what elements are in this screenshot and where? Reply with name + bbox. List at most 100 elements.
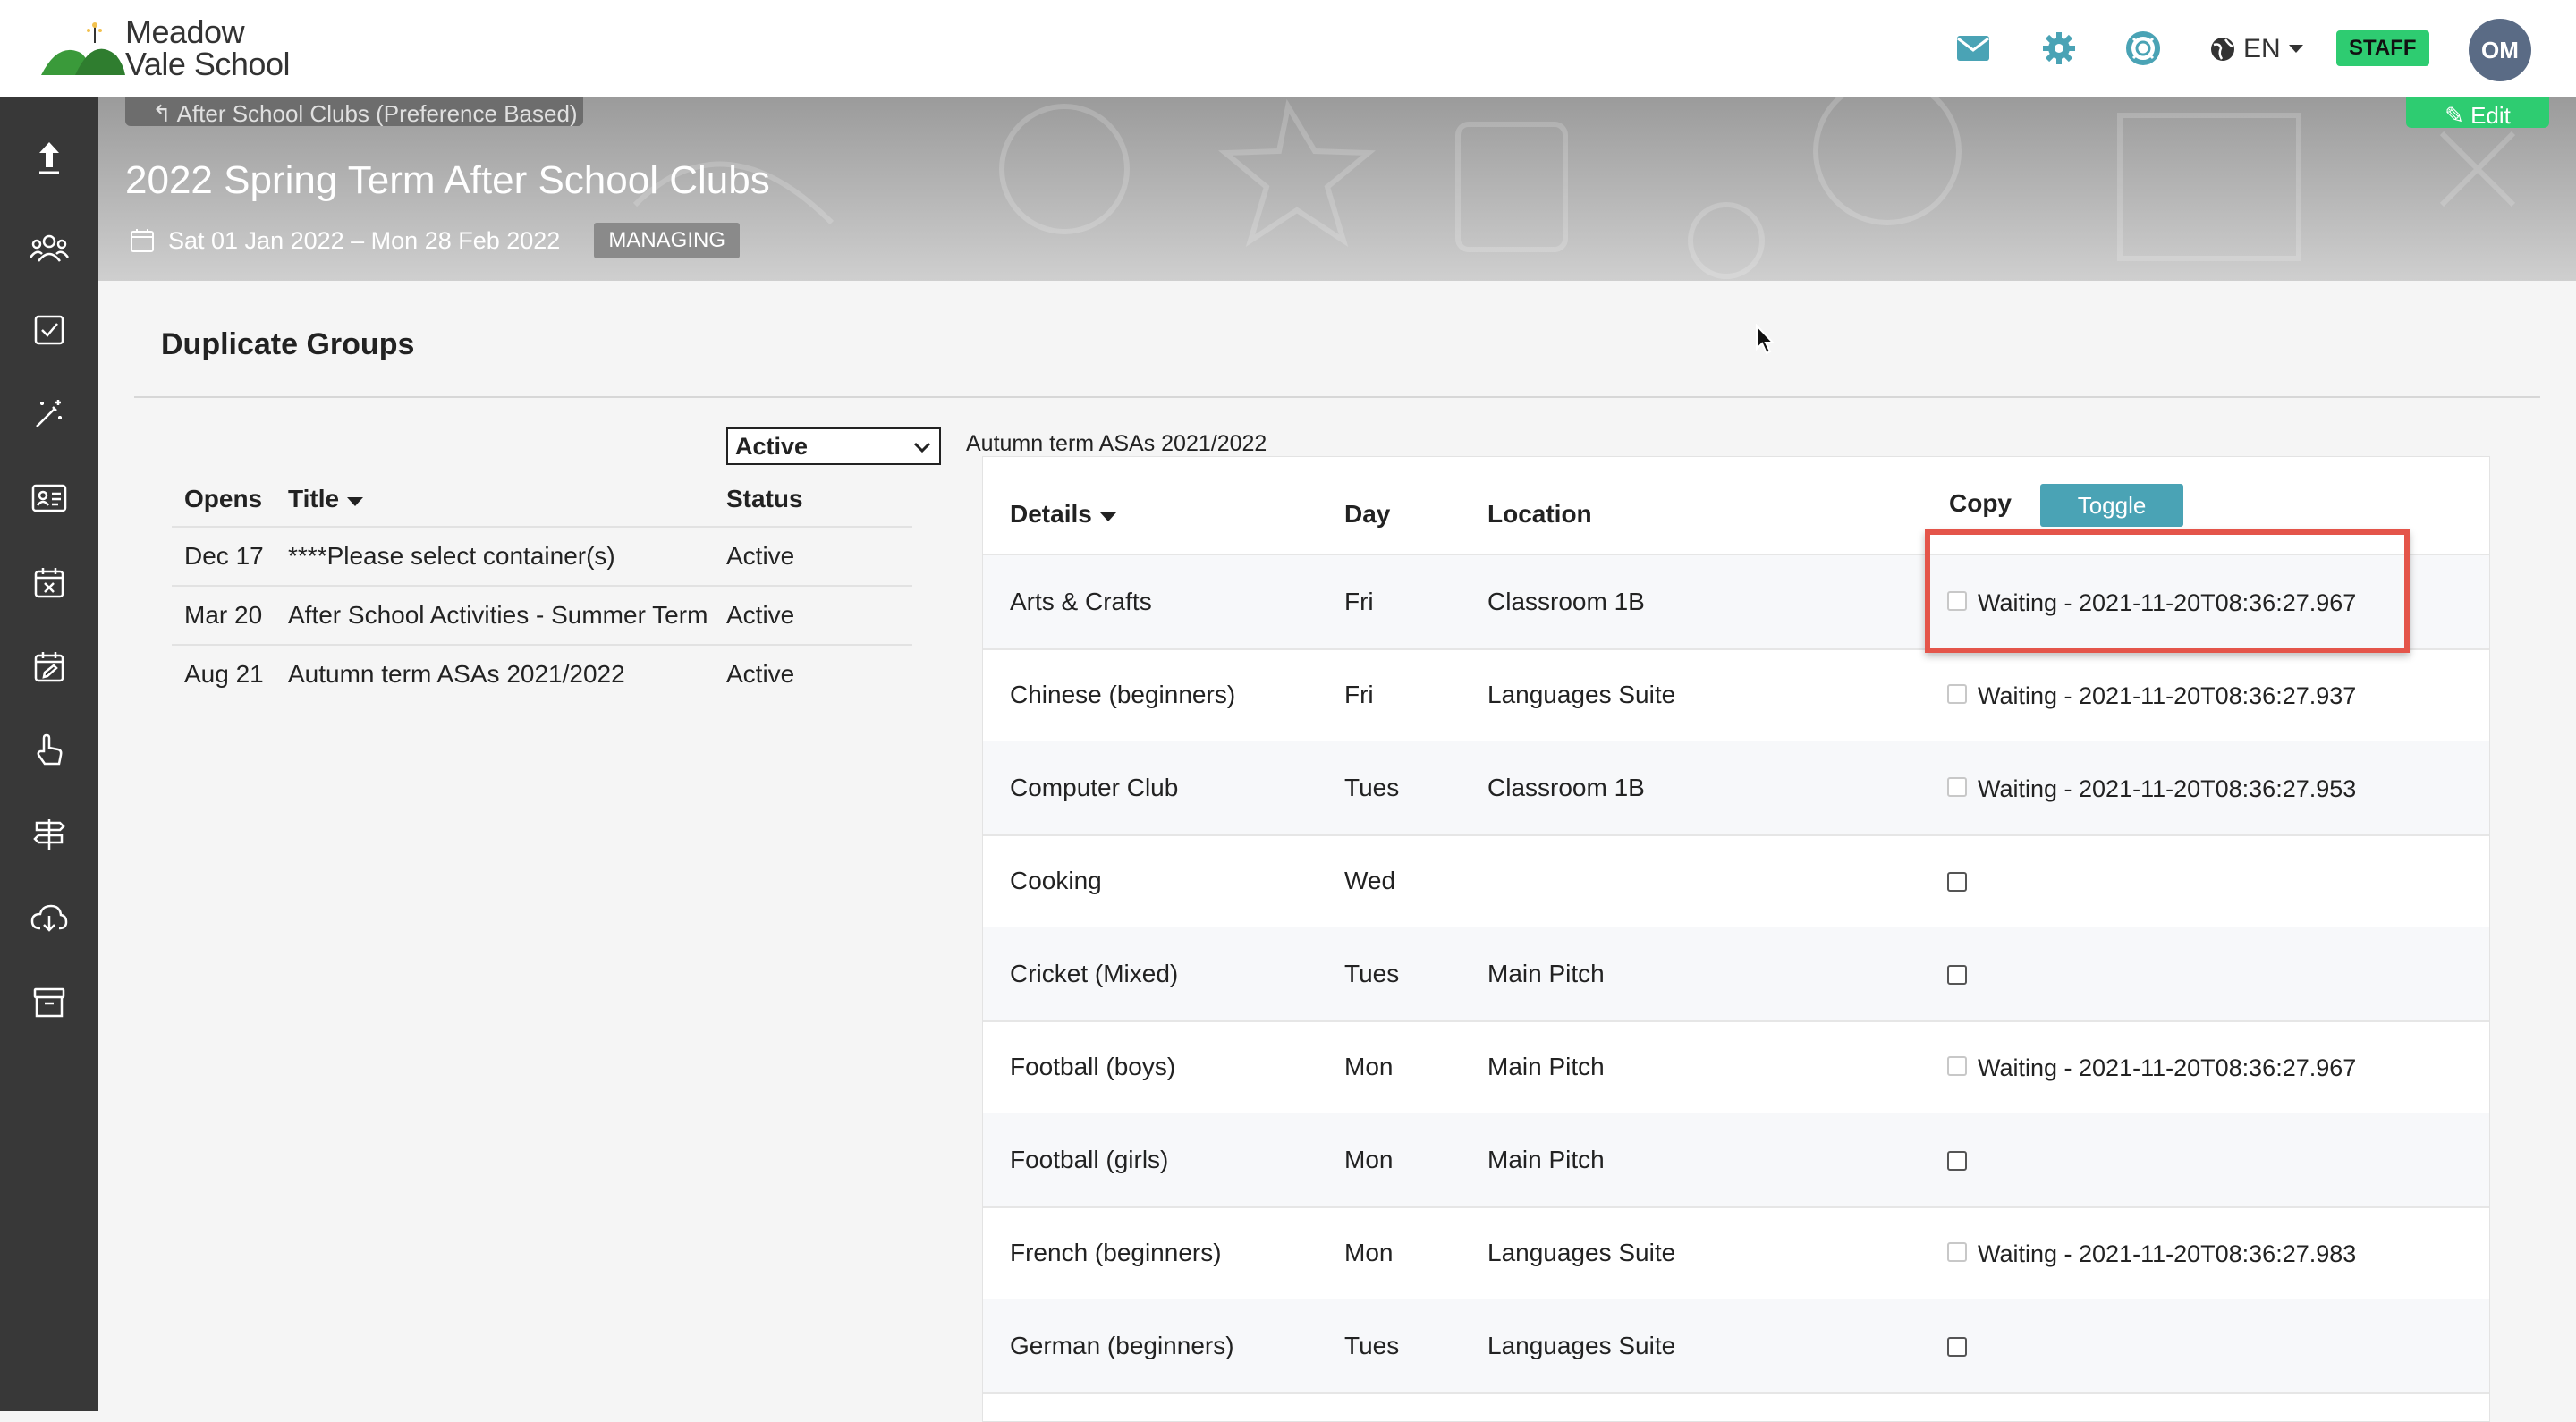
calendar-edit-icon[interactable] <box>28 645 71 688</box>
row-title: ****Please select container(s) <box>288 542 615 570</box>
table-row[interactable]: German (beginners) Tues Languages Suite <box>983 1299 2489 1394</box>
envelope-icon[interactable] <box>1950 25 1996 72</box>
clubs-panel-label: Autumn term ASAs 2021/2022 <box>966 431 1267 456</box>
edit-button[interactable]: ✎ Edit <box>2406 97 2549 129</box>
club-location: Languages Suite <box>1487 681 1676 708</box>
club-details: Computer Club <box>1010 774 1179 801</box>
copy-checkbox[interactable] <box>1947 1151 1967 1171</box>
checkbox-icon[interactable] <box>28 309 71 351</box>
table-row[interactable]: Cricket (Mixed) Tues Main Pitch <box>983 927 2489 1022</box>
club-location: Main Pitch <box>1487 1053 1605 1080</box>
row-opens: Aug 21 <box>184 660 264 688</box>
status-filter-value: Active <box>735 433 809 460</box>
top-bar: Meadow Vale School EN STAFF OM <box>0 0 2576 97</box>
club-day: Tues <box>1344 774 1400 801</box>
mouse-cursor-icon <box>1756 324 1775 355</box>
copy-checkbox <box>1947 777 1967 797</box>
table-row[interactable]: French (beginners) Mon Languages Suite Wait… <box>983 1206 2489 1301</box>
club-location: Classroom 1B <box>1487 588 1645 615</box>
copy-checkbox[interactable] <box>1947 965 1967 985</box>
col-day[interactable]: Day <box>1344 496 1390 532</box>
row-status: Active <box>726 542 795 570</box>
table-row[interactable]: Dec 17 ****Please select container(s) Ac… <box>172 528 912 587</box>
copy-status: Waiting - 2021-11-20T08:36:27.937 <box>1978 682 2357 709</box>
people-icon[interactable] <box>28 226 71 269</box>
club-location: Languages Suite <box>1487 1239 1676 1266</box>
table-row[interactable]: Chinese (beginners) Fri Languages Suite Wai… <box>983 648 2489 743</box>
divider <box>134 396 2540 398</box>
copy-status: Waiting - 2021-11-20T08:36:27.953 <box>1978 775 2357 802</box>
edit-icon: ✎ <box>2445 102 2471 129</box>
col-copy: Copy <box>1949 489 2012 517</box>
sort-down-icon <box>346 497 363 506</box>
school-name: Meadow Vale School <box>125 16 290 80</box>
signpost-icon[interactable] <box>28 813 71 856</box>
hills-logo-icon <box>41 22 125 75</box>
hand-pointer-icon[interactable] <box>28 729 71 772</box>
row-status: Active <box>726 601 795 629</box>
avatar[interactable]: OM <box>2469 19 2531 81</box>
table-row[interactable]: Aug 21 Autumn term ASAs 2021/2022 Active <box>172 646 912 703</box>
calendar-icon <box>131 229 154 252</box>
school-logo[interactable]: Meadow Vale School <box>39 16 299 80</box>
col-opens[interactable]: Opens <box>184 472 262 526</box>
table-row[interactable]: Mar 20 After School Activities - Summer … <box>172 587 912 646</box>
school-name-line2: Vale School <box>125 46 290 82</box>
table-row[interactable]: Cooking Wed <box>983 834 2489 929</box>
left-sidebar <box>0 97 98 1411</box>
club-day: Fri <box>1344 681 1374 708</box>
copy-checkbox[interactable] <box>1947 872 1967 892</box>
club-details: French (beginners) <box>1010 1239 1222 1266</box>
row-opens: Mar 20 <box>184 601 263 629</box>
col-details[interactable]: Details <box>1010 496 1117 532</box>
date-range-text: Sat 01 Jan 2022 – Mon 28 Feb 2022 <box>168 226 561 254</box>
club-location: Main Pitch <box>1487 1146 1605 1173</box>
club-details: Chinese (beginners) <box>1010 681 1236 708</box>
copy-checkbox <box>1947 1056 1967 1076</box>
col-details-label: Details <box>1010 500 1092 528</box>
breadcrumb[interactable]: ↰ After School Clubs (Preference Based) <box>125 97 583 126</box>
school-name-line1: Meadow <box>125 13 245 50</box>
language-selector[interactable]: EN <box>2209 27 2304 72</box>
club-day: Mon <box>1344 1239 1394 1266</box>
groups-table-header: Opens Title Status <box>172 472 912 528</box>
staff-badge[interactable]: STAFF <box>2336 30 2429 66</box>
cloud-download-icon[interactable] <box>28 897 71 940</box>
club-location: Languages Suite <box>1487 1332 1676 1359</box>
club-location: Main Pitch <box>1487 960 1605 987</box>
id-card-icon[interactable] <box>28 477 71 520</box>
status-filter-select[interactable]: Active <box>726 427 941 465</box>
calendar-x-icon[interactable] <box>28 561 71 604</box>
copy-checkbox <box>1947 1242 1967 1262</box>
club-details: Cooking <box>1010 867 1102 894</box>
magic-wand-icon[interactable] <box>28 393 71 436</box>
table-row[interactable]: Football (boys) Mon Main Pitch Waiting - 20… <box>983 1020 2489 1115</box>
club-details: Football (girls) <box>1010 1146 1169 1173</box>
breadcrumb-label: After School Clubs (Preference Based) <box>176 100 578 126</box>
copy-status: Waiting - 2021-11-20T08:36:27.967 <box>1978 1054 2357 1081</box>
gear-icon[interactable] <box>2036 25 2082 72</box>
page-banner: ↰ After School Clubs (Preference Based) … <box>98 97 2576 281</box>
club-details: German (beginners) <box>1010 1332 1234 1359</box>
copy-checkbox[interactable] <box>1947 1337 1967 1357</box>
col-location[interactable]: Location <box>1487 496 1592 532</box>
club-day: Mon <box>1344 1053 1394 1080</box>
table-row[interactable]: Football (girls) Mon Main Pitch <box>983 1113 2489 1208</box>
col-title[interactable]: Title <box>288 472 364 526</box>
language-label: EN <box>2243 34 2281 63</box>
club-day: Fri <box>1344 588 1374 615</box>
row-opens: Dec 17 <box>184 542 264 570</box>
archive-icon[interactable] <box>28 981 71 1024</box>
table-row[interactable]: Computer Club Tues Classroom 1B Waiting - 2… <box>983 741 2489 836</box>
sort-down-icon <box>1099 512 1116 521</box>
club-day: Tues <box>1344 1332 1400 1359</box>
club-day: Tues <box>1344 960 1400 987</box>
club-day: Wed <box>1344 867 1396 894</box>
date-range: Sat 01 Jan 2022 – Mon 28 Feb 2022 MANAGI… <box>131 223 741 258</box>
upload-icon[interactable] <box>28 137 71 180</box>
lifebuoy-icon[interactable] <box>2120 25 2166 72</box>
toggle-button[interactable]: Toggle <box>2040 484 2183 527</box>
globe-icon <box>2211 38 2234 61</box>
col-status: Status <box>726 485 803 512</box>
back-arrow-icon: ↰ <box>152 100 177 126</box>
